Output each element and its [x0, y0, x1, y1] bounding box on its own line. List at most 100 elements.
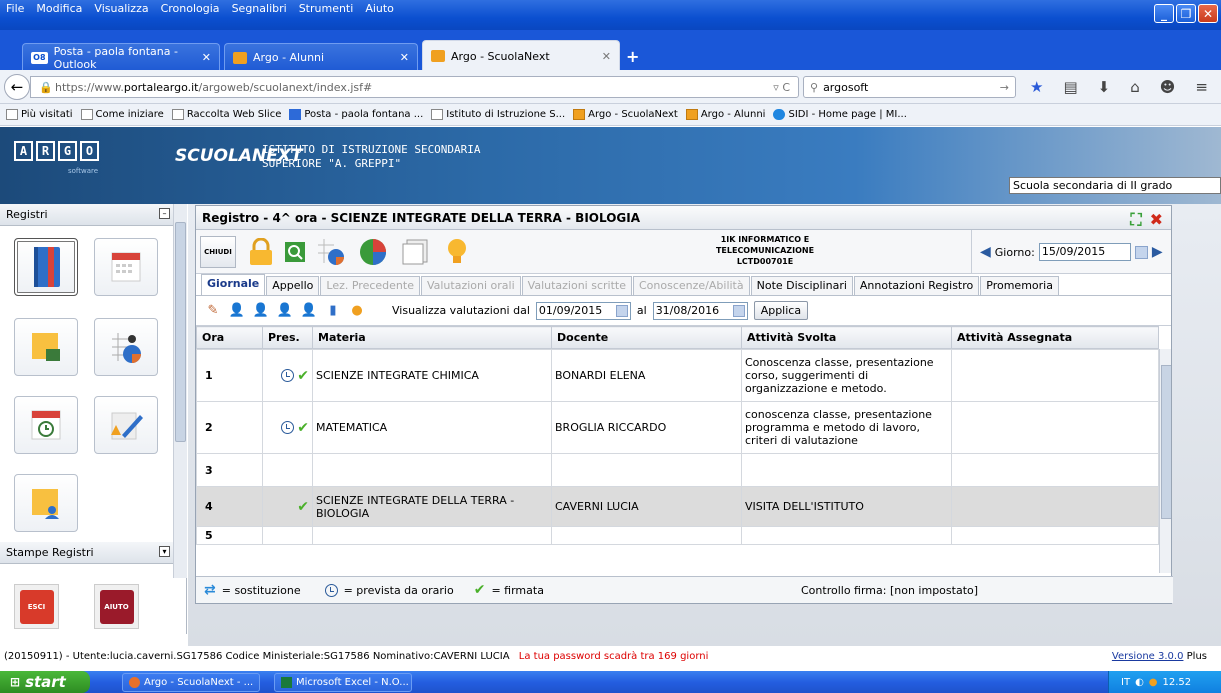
table-row[interactable]: 5	[196, 526, 1159, 545]
reload-icon[interactable]: ▿ C	[773, 81, 790, 94]
scroll-thumb[interactable]	[175, 222, 186, 442]
document-icon[interactable]	[398, 236, 432, 268]
calendar-picker-icon[interactable]	[732, 304, 745, 317]
pie-chart-icon[interactable]	[356, 236, 390, 268]
menu-modifica[interactable]: Modifica	[36, 2, 82, 15]
menu-segnalibri[interactable]: Segnalibri	[232, 2, 287, 15]
prev-day-arrow-icon[interactable]: ◀	[980, 244, 991, 260]
student-notes-icon[interactable]	[14, 474, 78, 532]
next-day-arrow-icon[interactable]: ▶	[1152, 244, 1163, 260]
scroll-thumb[interactable]	[1161, 365, 1171, 519]
reading-list-icon[interactable]: ▤	[1063, 78, 1077, 96]
substitution-icon[interactable]: ✎	[204, 302, 222, 320]
student-absent-icon[interactable]: 👤	[252, 302, 270, 320]
calendar-picker-icon[interactable]	[615, 304, 628, 317]
registri-header[interactable]: Registri –	[0, 204, 187, 226]
chat-icon[interactable]: ☻	[1160, 78, 1176, 96]
calendar-picker-icon[interactable]	[1134, 245, 1148, 259]
tab-lez-precedente: Lez. Precedente	[320, 276, 420, 295]
student-exit-icon[interactable]: 👤	[300, 302, 318, 320]
menu-strumenti[interactable]: Strumenti	[299, 2, 354, 15]
school-type-select[interactable]: Scuola secondaria di II grado	[1009, 177, 1221, 194]
presence-cell: ✔	[262, 401, 313, 454]
bookmark-item[interactable]: Argo - ScuolaNext	[573, 109, 678, 120]
download-icon[interactable]: ⬇	[1098, 78, 1111, 96]
registro-classe-icon[interactable]	[14, 238, 78, 296]
menu-aiuto[interactable]: Aiuto	[365, 2, 394, 15]
bookmark-folder-icon	[6, 109, 18, 120]
grades-grid-icon[interactable]	[314, 236, 348, 268]
search-register-icon[interactable]	[282, 236, 308, 268]
table-row[interactable]: 2 ✔ MATEMATICA BROGLIA RICCARDO conoscen…	[196, 401, 1159, 454]
edit-note-icon[interactable]	[94, 396, 158, 454]
maximize-icon[interactable]: ⛶	[1130, 210, 1141, 230]
bookmark-item[interactable]: Posta - paola fontana ...	[289, 109, 423, 120]
close-window-icon[interactable]: ✕	[1198, 4, 1218, 23]
search-input[interactable]: ⚲ argosoft →	[803, 76, 1016, 98]
tab-note-disciplinari[interactable]: Note Disciplinari	[750, 276, 853, 295]
menu-visualizza[interactable]: Visualizza	[94, 2, 148, 15]
presence-cell: ✔	[262, 486, 313, 527]
bookmark-item[interactable]: SIDI - Home page | MI...	[773, 109, 907, 120]
table-row[interactable]: 1 ✔ SCIENZE INTEGRATE CHIMICA BONARDI EL…	[196, 349, 1159, 402]
date-to-input[interactable]: 31/08/2016	[652, 301, 748, 320]
date-from-input[interactable]: 01/09/2015	[535, 301, 631, 320]
bookmark-item[interactable]: Argo - Alunni	[685, 109, 765, 120]
tab-annotazioni-registro[interactable]: Annotazioni Registro	[853, 276, 980, 295]
taskbar-item-excel[interactable]: Microsoft Excel - N.O...	[274, 673, 412, 692]
version-link[interactable]: Versione 3.0.0	[1112, 651, 1184, 662]
applica-button[interactable]: Applica	[753, 301, 809, 320]
student-late-icon[interactable]: 👤	[276, 302, 294, 320]
giorno-date-input[interactable]: 15/09/2015	[1038, 243, 1131, 261]
tab-argo-alunni[interactable]: Argo - Alunni ✕	[224, 43, 418, 71]
collapse-icon[interactable]: –	[159, 208, 170, 219]
menu-file[interactable]: File	[6, 2, 24, 15]
expand-icon[interactable]: ▾	[159, 546, 170, 557]
language-indicator[interactable]: IT	[1121, 677, 1130, 688]
close-tab-icon[interactable]: ✕	[602, 50, 611, 63]
home-icon[interactable]: ⌂	[1130, 78, 1140, 96]
tab-giornale[interactable]: Giornale	[201, 274, 266, 295]
lightbulb-icon[interactable]	[440, 236, 474, 268]
lock-icon[interactable]	[244, 236, 278, 268]
close-panel-icon[interactable]: ✖	[1150, 210, 1163, 230]
chiudi-button[interactable]: CHIUDI	[200, 236, 236, 268]
network-icon[interactable]: ◐	[1135, 677, 1144, 688]
table-scrollbar[interactable]	[1159, 349, 1171, 573]
idea-icon[interactable]: ●	[348, 302, 366, 320]
close-tab-icon[interactable]: ✕	[202, 51, 211, 64]
stampe-registri-header[interactable]: Stampe Registri ▾	[0, 542, 187, 564]
tab-promemoria[interactable]: Promemoria	[980, 276, 1059, 295]
bookmark-item[interactable]: Raccolta Web Slice	[171, 109, 281, 120]
student-icon[interactable]: 👤	[228, 302, 246, 320]
schedule-clock-icon[interactable]	[14, 396, 78, 454]
close-tab-icon[interactable]: ✕	[400, 51, 409, 64]
start-button[interactable]: ⊞ start	[0, 671, 90, 693]
grade-chart-icon[interactable]	[94, 318, 158, 376]
menu-cronologia[interactable]: Cronologia	[161, 2, 220, 15]
antivirus-icon[interactable]: ●	[1149, 677, 1158, 688]
url-bar[interactable]: 🔒 https://www. portaleargo.it/argoweb/scu…	[30, 76, 799, 98]
new-tab-icon[interactable]: +	[626, 47, 639, 66]
restore-icon[interactable]: ❐	[1176, 4, 1196, 23]
tab-outlook[interactable]: O8 Posta - paola fontana - Outlook ✕	[22, 43, 220, 71]
esci-button[interactable]: ESCI	[14, 584, 59, 629]
tab-argo-scuolanext[interactable]: Argo - ScuolaNext ✕	[422, 40, 620, 71]
table-row-selected[interactable]: 4 ✔ SCIENZE INTEGRATE DELLA TERRA - BIOL…	[196, 486, 1159, 527]
bookmark-item[interactable]: Come iniziare	[80, 109, 164, 120]
bookmark-item[interactable]: Più visitati	[6, 109, 73, 120]
bookmark-item[interactable]: Istituto di Istruzione S...	[431, 109, 565, 120]
go-arrow-icon[interactable]: →	[1000, 81, 1009, 94]
notes-icon[interactable]	[14, 318, 78, 376]
table-row[interactable]: 3	[196, 453, 1159, 487]
bookmark-star-icon[interactable]: ★	[1030, 78, 1043, 96]
justification-icon[interactable]: ▮	[324, 302, 342, 320]
aiuto-button[interactable]: AIUTO	[94, 584, 139, 629]
tab-appello[interactable]: Appello	[266, 276, 320, 295]
taskbar-item-firefox[interactable]: Argo - ScuolaNext - ...	[122, 673, 260, 692]
menu-icon[interactable]: ≡	[1195, 78, 1208, 96]
back-arrow-icon[interactable]: ←	[4, 74, 30, 100]
minimize-icon[interactable]: _	[1154, 4, 1174, 23]
sidebar-scrollbar[interactable]	[173, 204, 187, 578]
calendar-icon[interactable]	[94, 238, 158, 296]
